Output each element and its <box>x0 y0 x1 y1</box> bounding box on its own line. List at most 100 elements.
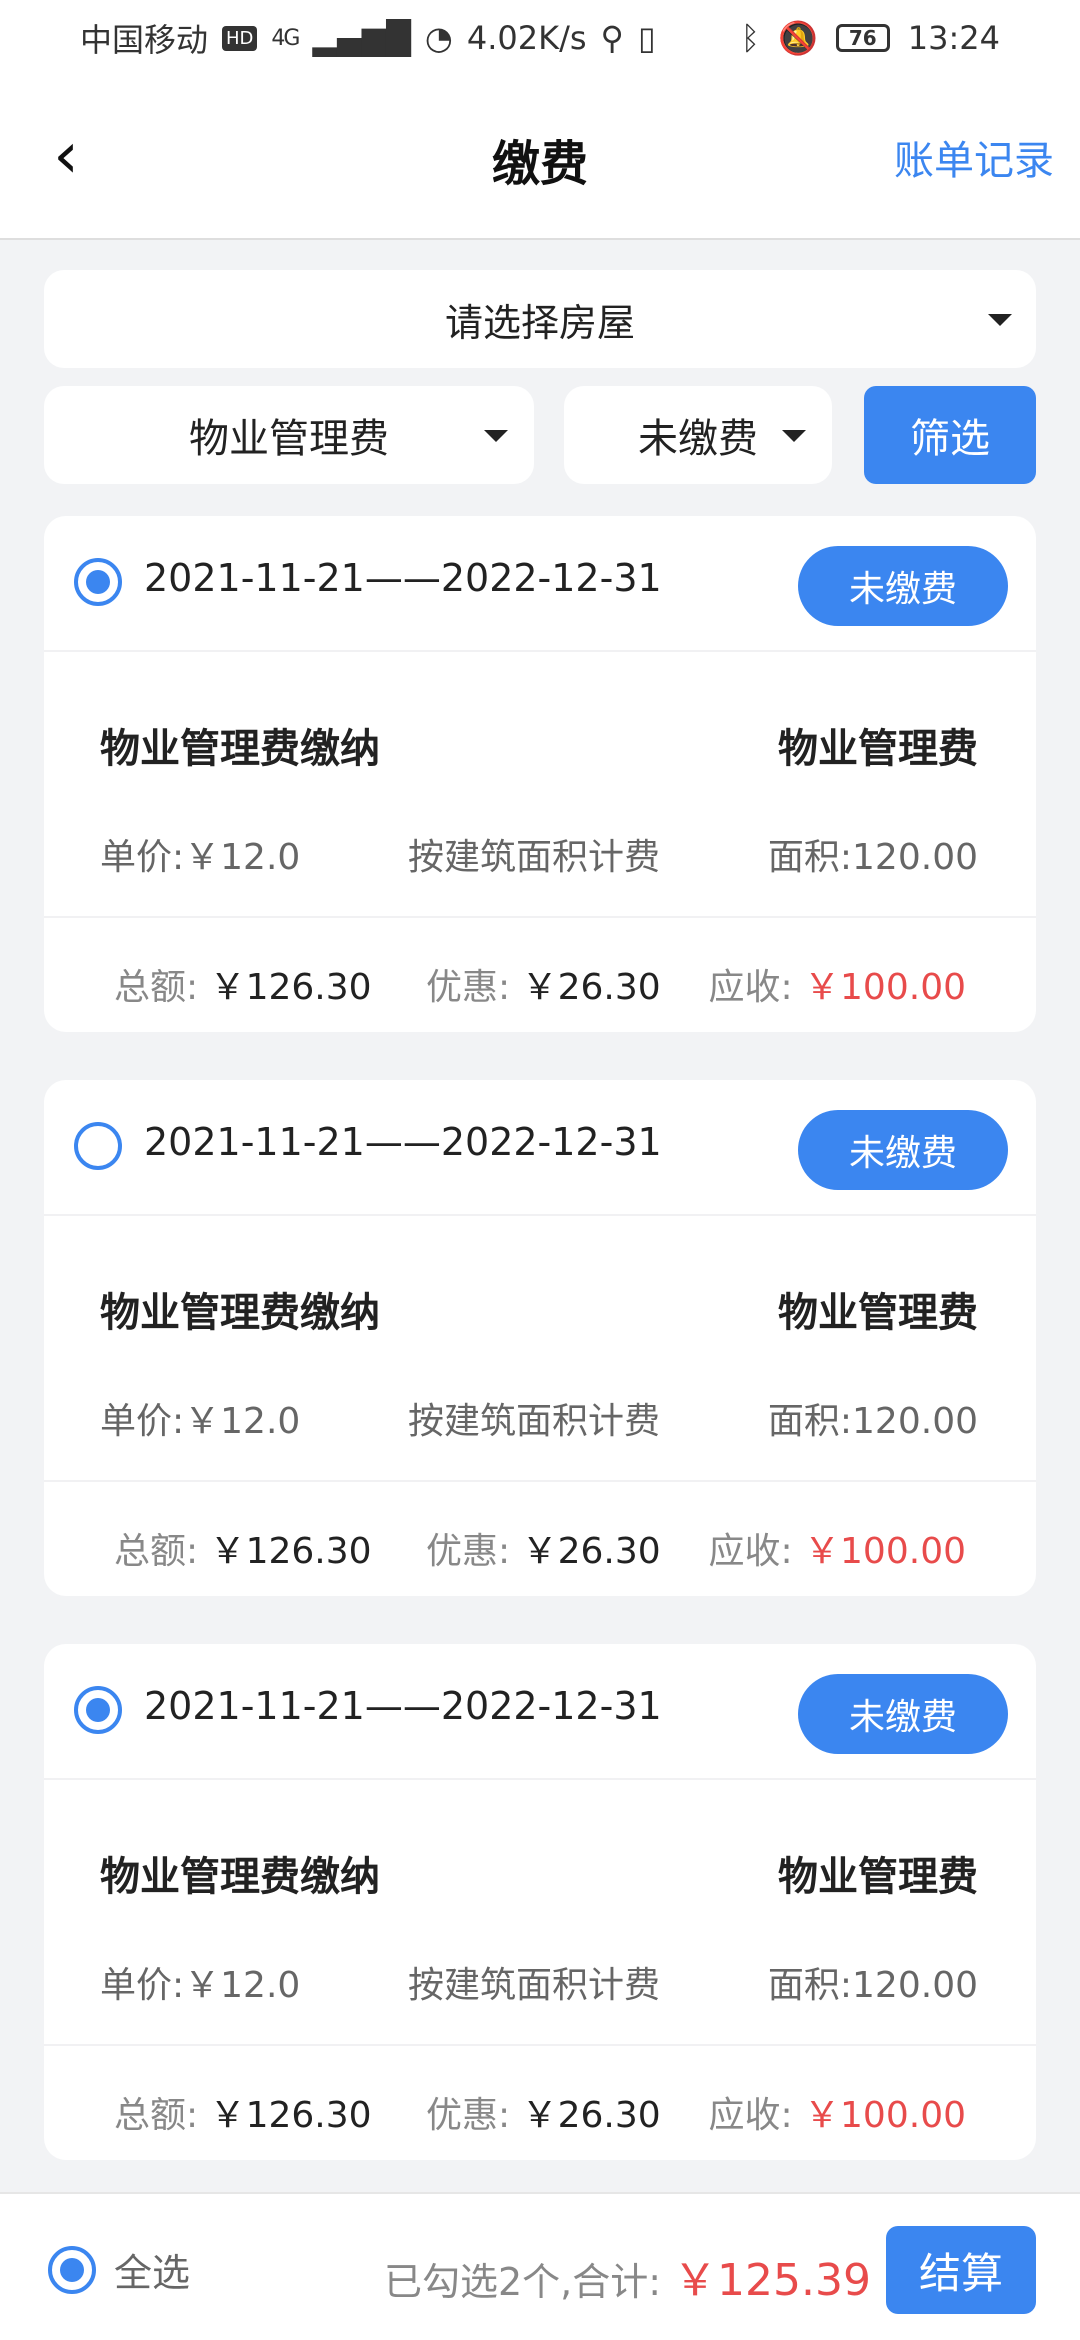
bill-card: 2021-11-21——2022-12-31 未缴费 物业管理费缴纳 物业管理费… <box>44 1644 1036 2160</box>
bill-card-header: 2021-11-21——2022-12-31 未缴费 <box>44 1080 1036 1216</box>
receivable-value: ￥100.00 <box>804 1531 966 1572</box>
discount-label: 优惠: <box>426 1531 511 1572</box>
receivable-amount: 应收: ￥100.00 <box>708 1522 966 1574</box>
total-value: ￥126.30 <box>209 967 372 1008</box>
unit-price-value: ￥12.0 <box>184 1965 301 2006</box>
bill-item-name: 物业管理费缴纳 <box>100 1290 380 1336</box>
billing-period: 2021-11-21——2022-12-31 <box>144 1120 662 1164</box>
total-value: ￥126.30 <box>209 2095 372 2136</box>
discount-amount: 优惠: ￥26.30 <box>426 2086 661 2138</box>
total-label: 总额: <box>114 1531 199 1572</box>
unit-price-label: 单价: <box>100 837 185 878</box>
status-badge: 未缴费 <box>798 1110 1008 1190</box>
discount-amount: 优惠: ￥26.30 <box>426 1522 661 1574</box>
discount-value: ￥26.30 <box>521 1531 661 1572</box>
house-select[interactable]: 请选择房屋 <box>44 270 1036 368</box>
area: 面积:120.00 <box>768 1956 978 2008</box>
total-value: ￥126.30 <box>209 1531 372 1572</box>
receivable-value: ￥100.00 <box>804 2095 966 2136</box>
total-label: 总额: <box>114 967 199 1008</box>
bill-card: 2021-11-21——2022-12-31 未缴费 物业管理费缴纳 物业管理费… <box>44 1080 1036 1596</box>
unit-price-value: ￥12.0 <box>184 837 301 878</box>
unit-price-label: 单价: <box>100 1401 185 1442</box>
bill-item-name: 物业管理费缴纳 <box>100 726 380 772</box>
area: 面积:120.00 <box>768 828 978 880</box>
fee-type-label: 物业管理费 <box>189 416 389 462</box>
bill-card: 2021-11-21——2022-12-31 未缴费 物业管理费缴纳 物业管理费… <box>44 516 1036 1032</box>
area-value: 120.00 <box>852 1401 978 1442</box>
app-header: ‹ 缴费 账单记录 <box>0 76 1080 240</box>
total-label: 总额: <box>114 2095 199 2136</box>
carrier-name: 中国移动 <box>80 21 209 59</box>
select-all-radio[interactable] <box>48 2245 96 2294</box>
area-label: 面积: <box>767 837 853 878</box>
area: 面积:120.00 <box>768 1392 978 1444</box>
usb-icon: ⚲ <box>600 19 624 57</box>
selection-total: ￥125.39 <box>673 2255 872 2306</box>
select-all-label: 全选 <box>114 2251 191 2295</box>
discount-value: ￥26.30 <box>521 2095 661 2136</box>
total-amount: 总额: ￥126.30 <box>114 958 372 1010</box>
unit-price-value: ￥12.0 <box>184 1401 301 1442</box>
payment-status-label: 未缴费 <box>638 416 758 462</box>
clock: 13:24 <box>907 19 1000 57</box>
status-left: 中国移动 HD 4G ▂▄▆█ ◔ 4.02K/s ⚲ ▯ <box>80 15 656 61</box>
filter-button[interactable]: 筛选 <box>864 386 1036 484</box>
bluetooth-icon: ᛒ <box>740 19 760 57</box>
bill-history-link[interactable]: 账单记录 <box>894 128 1054 186</box>
selection-summary-label: 已勾选2个,合计: <box>384 2260 662 2304</box>
divider <box>44 2044 1036 2046</box>
area-value: 120.00 <box>852 837 978 878</box>
unit-price-label: 单价: <box>100 1965 185 2006</box>
billing-method: 按建筑面积计费 <box>408 1401 661 1442</box>
bill-select-radio[interactable] <box>74 558 122 606</box>
discount-amount: 优惠: ￥26.30 <box>426 958 661 1010</box>
total-amount: 总额: ￥126.30 <box>114 1522 372 1574</box>
payment-status-select[interactable]: 未缴费 <box>564 386 832 484</box>
wifi-icon: ◔ <box>424 19 453 57</box>
dropdown-caret-icon <box>782 430 806 442</box>
dropdown-caret-icon <box>988 314 1012 326</box>
discount-label: 优惠: <box>426 967 511 1008</box>
unit-price: 单价:￥12.0 <box>100 1956 300 2008</box>
filter-row: 物业管理费 未缴费 筛选 <box>44 386 1036 484</box>
bill-item-type: 物业管理费 <box>778 1290 978 1336</box>
discount-label: 优惠: <box>426 2095 511 2136</box>
unit-price: 单价:￥12.0 <box>100 1392 300 1444</box>
checkout-bar: 全选 已勾选2个,合计: ￥125.39 结算 <box>0 2192 1080 2340</box>
network-speed: 4.02K/s <box>466 19 587 57</box>
mute-icon: 🔕 <box>777 19 818 57</box>
hd-icon: HD <box>222 25 258 51</box>
bill-item-type: 物业管理费 <box>778 726 978 772</box>
checkout-button[interactable]: 结算 <box>886 2226 1036 2314</box>
network-type: 4G <box>271 25 300 51</box>
billing-period: 2021-11-21——2022-12-31 <box>144 1684 662 1728</box>
bill-item-type: 物业管理费 <box>778 1854 978 1900</box>
house-select-label: 请选择房屋 <box>444 300 635 345</box>
selection-summary: 已勾选2个,合计: ￥125.39 <box>384 2244 871 2308</box>
bill-select-radio[interactable] <box>74 1122 122 1170</box>
status-right: ᛒ 🔕 76 13:24 <box>741 19 1000 57</box>
receivable-label: 应收: <box>708 967 793 1008</box>
total-amount: 总额: ￥126.30 <box>114 2086 372 2138</box>
bill-select-radio[interactable] <box>74 1686 122 1734</box>
billing-period: 2021-11-21——2022-12-31 <box>144 556 662 600</box>
receivable-amount: 应收: ￥100.00 <box>708 958 966 1010</box>
fee-type-select[interactable]: 物业管理费 <box>44 386 534 484</box>
unit-price: 单价:￥12.0 <box>100 828 300 880</box>
bill-card-header: 2021-11-21——2022-12-31 未缴费 <box>44 516 1036 652</box>
status-bar: 中国移动 HD 4G ▂▄▆█ ◔ 4.02K/s ⚲ ▯ ᛒ 🔕 76 13:… <box>0 0 1080 76</box>
receivable-label: 应收: <box>708 1531 793 1572</box>
status-badge: 未缴费 <box>798 546 1008 626</box>
status-badge: 未缴费 <box>798 1674 1008 1754</box>
bill-card-header: 2021-11-21——2022-12-31 未缴费 <box>44 1644 1036 1780</box>
bill-item-name: 物业管理费缴纳 <box>100 1854 380 1900</box>
dropdown-caret-icon <box>484 430 508 442</box>
discount-value: ￥26.30 <box>521 967 661 1008</box>
select-all[interactable]: 全选 <box>48 2242 190 2297</box>
signal-icon: ▂▄▆█ <box>312 19 411 57</box>
area-label: 面积: <box>767 1401 853 1442</box>
battery-icon: 76 <box>835 24 890 52</box>
receivable-label: 应收: <box>708 2095 793 2136</box>
receivable-value: ￥100.00 <box>804 967 966 1008</box>
